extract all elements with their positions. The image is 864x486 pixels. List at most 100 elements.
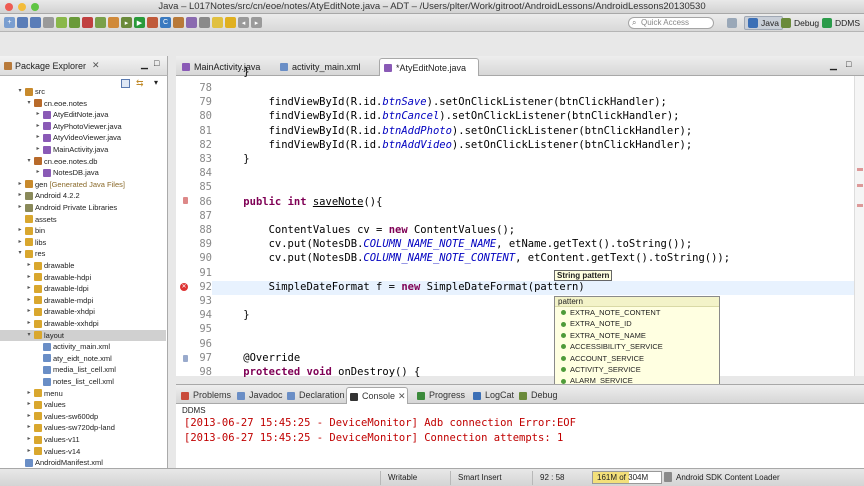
tree-twisty-icon[interactable]: ▸ <box>26 446 32 457</box>
tree-twisty-icon[interactable]: ▸ <box>26 399 32 410</box>
tree-twisty-icon[interactable]: ▾ <box>26 330 32 341</box>
tree-item[interactable]: media_list_cell.xml <box>0 364 116 375</box>
new-android-xml-icon[interactable] <box>108 17 119 28</box>
tree-item[interactable]: ▸ values-v14 <box>0 446 80 457</box>
tree-twisty-icon[interactable]: ▸ <box>26 411 32 422</box>
tree-twisty-icon[interactable]: ▸ <box>35 132 41 143</box>
tree-item[interactable]: ▸ values-v11 <box>0 434 79 445</box>
console-view[interactable]: DDMS [2013-06-27 15:45:25 - DeviceMonito… <box>176 404 864 468</box>
tree-twisty-icon[interactable]: ▸ <box>26 318 32 329</box>
tree-twisty-icon[interactable]: ▸ <box>35 121 41 132</box>
tree-item[interactable]: aty_eidt_note.xml <box>0 353 112 364</box>
tree-twisty-icon[interactable]: ▸ <box>26 260 32 271</box>
run-external-icon[interactable] <box>147 17 158 28</box>
android-sdk-manager-icon[interactable] <box>56 17 67 28</box>
tree-item[interactable]: ▸ drawable-xhdpi <box>0 306 94 317</box>
tree-item[interactable]: AndroidManifest.xml <box>0 457 103 468</box>
tree-item[interactable]: ▸ values <box>0 399 65 410</box>
annotation-icon[interactable] <box>212 17 223 28</box>
heap-status[interactable]: 161M of 304M <box>592 471 662 484</box>
tree-item[interactable]: ▾ layout <box>0 329 166 341</box>
minimize-editor-icon[interactable]: ▁ <box>830 60 837 71</box>
open-perspective-button[interactable] <box>724 16 740 30</box>
highlight-icon[interactable] <box>225 17 236 28</box>
avd-manager-icon[interactable] <box>69 17 80 28</box>
tab-console[interactable]: Console ✕ <box>346 387 408 404</box>
tree-item[interactable]: ▾ cn.eoe.notes.db <box>0 156 97 167</box>
content-assist-item[interactable]: ACCOUNT_SERVICE <box>555 353 719 364</box>
zoom-window-button[interactable] <box>31 3 39 11</box>
tree-item[interactable]: ▾ src <box>0 86 45 97</box>
tab-activity-main-xml[interactable]: activity_main.xml <box>276 58 361 76</box>
tree-item[interactable]: ▸ AtyVideoViewer.java <box>0 132 121 143</box>
maximize-view-icon[interactable]: □ <box>154 58 159 68</box>
tree-item[interactable]: ▸ drawable-xxhdpi <box>0 318 98 329</box>
tree-item[interactable]: assets <box>0 214 57 225</box>
new-package-icon[interactable] <box>173 17 184 28</box>
save-all-icon[interactable] <box>30 17 41 28</box>
tree-item[interactable]: notes_list_cell.xml <box>0 376 114 387</box>
tree-twisty-icon[interactable]: ▸ <box>26 434 32 445</box>
tree-twisty-icon[interactable]: ▾ <box>26 156 32 167</box>
tree-twisty-icon[interactable]: ▸ <box>26 388 32 399</box>
run-icon[interactable]: ▶ <box>134 17 145 28</box>
tree-twisty-icon[interactable]: ▸ <box>26 272 32 283</box>
tree-item[interactable]: ▸ values-sw600dp <box>0 411 98 422</box>
tree-twisty-icon[interactable]: ▸ <box>35 144 41 155</box>
tree-item[interactable]: ▸ NotesDB.java <box>0 167 98 178</box>
tree-twisty-icon[interactable]: ▸ <box>26 295 32 306</box>
quick-access-search[interactable]: ⌕ Quick Access <box>628 17 714 29</box>
tree-item[interactable]: ▸ gen [Generated Java Files] <box>0 179 125 190</box>
tree-item[interactable]: ▸ drawable <box>0 260 74 271</box>
tree-twisty-icon[interactable]: ▸ <box>26 422 32 433</box>
link-with-editor-icon[interactable]: ⇆ <box>136 78 144 89</box>
tree-item[interactable]: ▸ drawable-ldpi <box>0 283 88 294</box>
tree-item[interactable]: ▸ libs <box>0 237 46 248</box>
tab-javadoc[interactable]: Javadoc <box>234 387 283 404</box>
search-tool-icon[interactable] <box>199 17 210 28</box>
content-assist-item[interactable]: ACTIVITY_SERVICE <box>555 364 719 375</box>
open-type-icon[interactable] <box>186 17 197 28</box>
tree-twisty-icon[interactable]: ▸ <box>35 109 41 120</box>
content-assist-item[interactable]: EXTRA_NOTE_ID <box>555 318 719 329</box>
save-icon[interactable] <box>17 17 28 28</box>
content-assist-item[interactable]: ACCESSIBILITY_SERVICE <box>555 341 719 352</box>
close-tab-icon[interactable]: ✕ <box>398 391 406 401</box>
tree-item[interactable]: activity_main.xml <box>0 341 110 352</box>
tab-debug[interactable]: Debug <box>516 387 558 404</box>
tree-item[interactable]: ▸ drawable-mdpi <box>0 295 93 306</box>
tree-twisty-icon[interactable]: ▸ <box>26 283 32 294</box>
garbage-collect-icon[interactable] <box>664 472 672 482</box>
navigate-back-icon[interactable]: ◂ <box>238 17 249 28</box>
tree-twisty-icon[interactable]: ▸ <box>17 225 23 236</box>
tree-item[interactable]: ▾ cn.eoe.notes <box>0 98 86 109</box>
tree-item[interactable]: ▸ values-sw720dp-land <box>0 422 114 433</box>
package-explorer-tab[interactable]: Package Explorer ✕ <box>4 60 100 71</box>
tab-progress[interactable]: Progress <box>414 387 465 404</box>
print-icon[interactable] <box>43 17 54 28</box>
navigate-forward-icon[interactable]: ▸ <box>251 17 262 28</box>
tree-item[interactable]: ▸ AtyEditNote.java <box>0 109 108 120</box>
maximize-editor-icon[interactable]: □ <box>846 59 851 69</box>
tree-item[interactable]: ▾ res <box>0 248 45 259</box>
tree-twisty-icon[interactable]: ▸ <box>17 237 23 248</box>
tree-twisty-icon[interactable]: ▾ <box>17 248 23 259</box>
content-assist-item[interactable]: EXTRA_NOTE_NAME <box>555 330 719 341</box>
new-icon[interactable]: + <box>4 17 15 28</box>
tree-twisty-icon[interactable]: ▾ <box>26 98 32 109</box>
tree-item[interactable]: ▸ Android Private Libraries <box>0 202 117 213</box>
tree-item[interactable]: ▸ Android 4.2.2 <box>0 190 79 201</box>
tree-item[interactable]: ▸ menu <box>0 388 62 399</box>
collapse-all-icon[interactable] <box>121 79 130 88</box>
perspective-debug[interactable]: Debug <box>778 16 822 30</box>
tree-twisty-icon[interactable]: ▸ <box>35 167 41 178</box>
new-class-icon[interactable]: C <box>160 17 171 28</box>
view-menu-icon[interactable]: ▾ <box>154 78 158 87</box>
minimize-window-button[interactable] <box>18 3 26 11</box>
tree-twisty-icon[interactable]: ▸ <box>26 306 32 317</box>
lint-icon[interactable] <box>82 17 93 28</box>
tree-item[interactable]: ▸ MainActivity.java <box>0 144 108 155</box>
tab-aty-edit-note[interactable]: *AtyEditNote.java ✕ <box>379 58 479 91</box>
tree-item[interactable]: ▸ drawable-hdpi <box>0 272 91 283</box>
close-window-button[interactable] <box>5 3 13 11</box>
